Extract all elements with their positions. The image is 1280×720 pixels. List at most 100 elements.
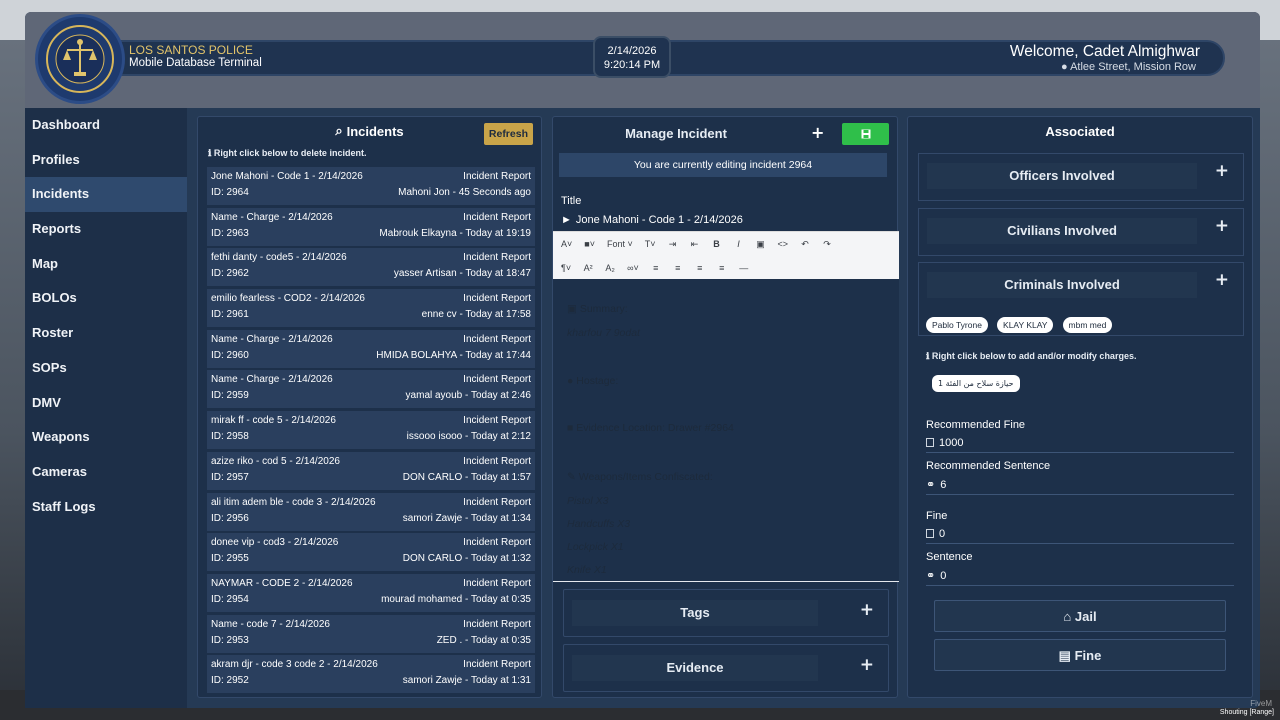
fine-button[interactable]: ▤ Fine <box>934 639 1226 671</box>
search-icon[interactable]: ⌕ <box>335 123 342 139</box>
incident-meta: HMIDA BOLAHYA - Today at 17:44 <box>376 349 531 361</box>
font-color-icon[interactable]: A˅ <box>561 239 572 249</box>
location-text: Atlee Street, Mission Row <box>1070 61 1196 73</box>
add-criminal-button[interactable]: + <box>1215 270 1229 290</box>
image-icon[interactable]: ▣ <box>756 239 766 250</box>
highlight-icon[interactable]: ■˅ <box>584 239 595 249</box>
criminal-chip[interactable]: mbm med <box>1062 317 1113 333</box>
code-icon[interactable]: <> <box>778 239 789 249</box>
incident-meta: samori Zawje - Today at 1:34 <box>402 512 531 524</box>
incident-row[interactable]: Name - Charge - 2/14/2026 Incident Report… <box>207 370 535 409</box>
incident-row[interactable]: ali itim adem ble - code 3 - 2/14/2026 In… <box>207 492 535 531</box>
sidebar-item-map[interactable]: Map <box>25 247 187 282</box>
incident-type: Incident Report <box>463 171 531 182</box>
fine-field[interactable]: 0 <box>926 528 1234 544</box>
recommended-sentence-value: 6 <box>940 479 947 491</box>
incident-row[interactable]: NAYMAR - CODE 2 - 2/14/2026 Incident Repo… <box>207 573 535 612</box>
prison-icon: ⌂ <box>1063 609 1075 624</box>
superscript-icon[interactable]: A² <box>583 263 593 273</box>
sidebar-item-reports[interactable]: Reports <box>25 212 187 247</box>
incident-title: donee vip - cod3 - 2/14/2026 <box>211 537 339 549</box>
undo-icon[interactable]: ↶ <box>800 239 810 250</box>
editor-item-2: Handcuffs X3 <box>567 518 631 530</box>
incident-title: akram djr - code 3 code 2 - 2/14/2026 <box>211 659 378 671</box>
horizontal-rule-icon[interactable]: — <box>739 263 749 273</box>
editor-item-3: Lockpick X1 <box>567 541 624 553</box>
sidebar-item-bolos[interactable]: BOLOs <box>25 281 187 316</box>
title-field[interactable]: ► Jone Mahoni - Code 1 - 2/14/2026 <box>561 214 743 226</box>
bold-icon[interactable]: B <box>712 239 722 249</box>
incident-row[interactable]: fethi danty - code5 - 2/14/2026 Incident … <box>207 248 535 287</box>
incident-meta: samori Zawje - Today at 1:31 <box>402 675 531 687</box>
outdent-icon[interactable]: ⇤ <box>690 239 700 250</box>
sidebar-item-staff-logs[interactable]: Staff Logs <box>25 490 187 525</box>
align-left-icon[interactable]: ≡ <box>651 263 661 273</box>
incident-title: Jone Mahoni - Code 1 - 2/14/2026 <box>211 171 363 182</box>
voice-status: Shouting [Range] <box>1219 709 1274 716</box>
sidebar: Dashboard Profiles Incidents Reports Map… <box>25 108 187 708</box>
sidebar-item-profiles[interactable]: Profiles <box>25 143 187 178</box>
editing-banner: You are currently editing incident 2964 <box>559 153 887 177</box>
incident-row[interactable]: mirak ff - code 5 - 2/14/2026 Incident Re… <box>207 411 535 450</box>
align-center-icon[interactable]: ≡ <box>673 263 683 273</box>
incident-meta: issooo isooo - Today at 2:12 <box>406 431 531 443</box>
paragraph-icon[interactable]: ¶˅ <box>561 263 571 273</box>
fine-label: Fine <box>926 510 948 522</box>
sidebar-item-dmv[interactable]: DMV <box>25 386 187 421</box>
jail-button[interactable]: ⌂ Jail <box>934 600 1226 632</box>
sentence-field[interactable]: ⚭ 0 <box>926 569 1234 586</box>
incident-meta: ZED . - Today at 0:35 <box>436 634 531 646</box>
incident-row[interactable]: akram djr - code 3 code 2 - 2/14/2026 Inc… <box>207 655 535 694</box>
redo-icon[interactable]: ↷ <box>822 239 832 250</box>
incident-row[interactable]: donee vip - cod3 - 2/14/2026 Incident Rep… <box>207 533 535 572</box>
sidebar-item-incidents[interactable]: Incidents <box>25 177 187 213</box>
add-evidence-button[interactable]: + <box>860 655 874 675</box>
add-officer-button[interactable]: + <box>1215 161 1229 181</box>
criminal-chip[interactable]: KLAY KLAY <box>997 317 1054 333</box>
incident-row[interactable]: azize riko - cod 5 - 2/14/2026 Incident R… <box>207 451 535 490</box>
incident-row[interactable]: Name - Charge - 2/14/2026 Incident Report… <box>207 207 535 246</box>
criminal-chip[interactable]: Pablo Tyrone <box>926 317 988 333</box>
editor-item-4: Knife X1 <box>567 564 607 576</box>
align-justify-icon[interactable]: ≡ <box>717 263 727 273</box>
sidebar-item-roster[interactable]: Roster <box>25 316 187 351</box>
toolbar-row-2: ¶˅ A² A₂ ∞˅ ≡ ≡ ≡ ≡ — <box>553 256 899 280</box>
title-value: Jone Mahoni - Code 1 - 2/14/2026 <box>575 214 743 226</box>
charge-chip[interactable]: حيازة سلاح من الفئة 1 <box>932 375 1020 392</box>
sidebar-item-cameras[interactable]: Cameras <box>25 455 187 490</box>
officers-involved-block: Officers Involved + <box>918 153 1244 201</box>
jail-button-label: Jail <box>1074 609 1097 624</box>
align-right-icon[interactable]: ≡ <box>695 263 705 273</box>
link-icon[interactable]: ∞˅ <box>627 263 639 273</box>
add-civilian-button[interactable]: + <box>1215 216 1229 236</box>
incidents-header: ⌕ Incidents Refresh <box>198 117 541 145</box>
toolbar-row-1: A˅ ■˅ Font ˅ T˅ ⇥ ⇤ B I ▣ <> ↶ ↷ <box>553 232 899 256</box>
sidebar-item-sops[interactable]: SOPs <box>25 351 187 386</box>
subscript-icon[interactable]: A₂ <box>605 263 615 273</box>
sidebar-item-dashboard[interactable]: Dashboard <box>25 108 187 143</box>
incident-row[interactable]: Name - code 7 - 2/14/2026 Incident Report… <box>207 614 535 653</box>
incident-row[interactable]: emilio fearless - COD2 - 2/14/2026 Incide… <box>207 289 535 328</box>
incident-type: Incident Report <box>463 618 531 630</box>
font-size-icon[interactable]: T˅ <box>645 239 656 249</box>
refresh-button[interactable]: Refresh <box>483 123 533 145</box>
sidebar-item-weapons[interactable]: Weapons <box>25 420 187 455</box>
department-subtitle: Mobile Database Terminal <box>129 57 262 69</box>
sentence-label: Sentence <box>926 551 973 563</box>
italic-icon[interactable]: I <box>734 239 744 249</box>
indent-icon[interactable]: ⇥ <box>668 239 678 250</box>
editor-summary-value: kharfou 7 9odat <box>567 327 640 339</box>
incident-title: mirak ff - code 5 - 2/14/2026 <box>211 415 336 427</box>
incident-row[interactable]: Jone Mahoni - Code 1 - 2/14/2026 Incident… <box>207 167 535 205</box>
incident-editor[interactable]: ▣ Summary: kharfou 7 9odat ● Hostage: ■ … <box>553 279 899 582</box>
watermark: FiveM <box>1250 699 1272 708</box>
save-button[interactable] <box>842 123 889 145</box>
incident-row[interactable]: Name - Charge - 2/14/2026 Incident Report… <box>207 329 535 368</box>
font-select[interactable]: Font ˅ <box>607 239 633 249</box>
incident-meta: yamal ayoub - Today at 2:46 <box>405 390 531 402</box>
add-tag-button[interactable]: + <box>860 600 874 620</box>
new-incident-button[interactable]: + <box>811 123 824 142</box>
charges-hint: ℹ Right click below to add and/or modify… <box>926 351 1136 362</box>
charges-hint-text: Right click below to add and/or modify c… <box>931 351 1137 361</box>
recommended-fine-field: 1000 <box>926 437 1234 453</box>
